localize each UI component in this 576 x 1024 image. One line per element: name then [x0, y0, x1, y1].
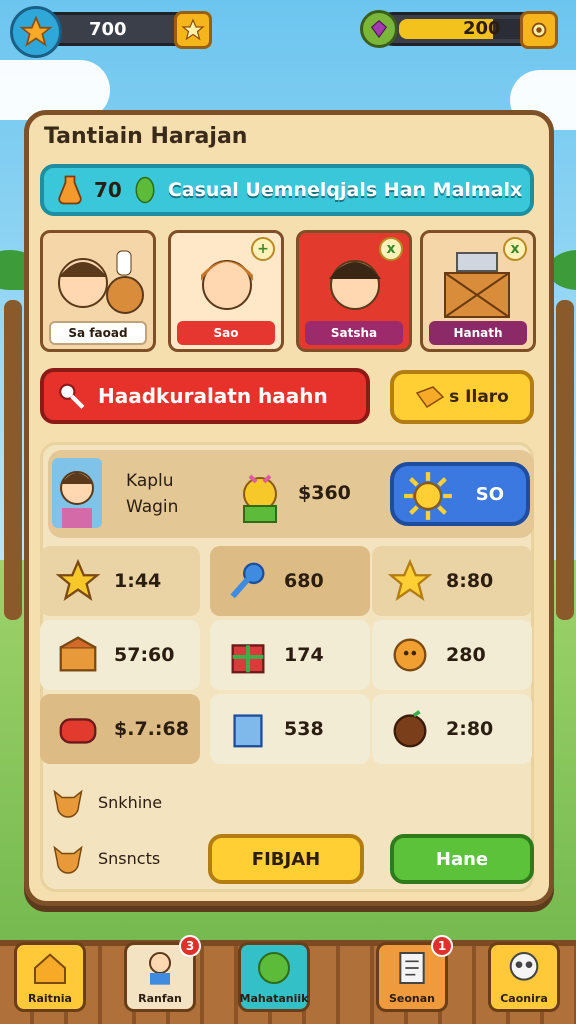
shop-item-price: 174 — [284, 644, 324, 666]
shop-item-price: 57:60 — [114, 644, 175, 666]
shop-item-tile[interactable]: 1:44 — [40, 546, 200, 616]
pet-row[interactable]: Snsncts — [48, 840, 160, 876]
shop-item-tile[interactable]: 2:80 — [372, 694, 532, 764]
pet-row[interactable]: Snkhine — [48, 784, 162, 820]
potion-icon — [58, 175, 82, 205]
character-card[interactable]: + Sao — [168, 230, 284, 352]
shop-item-tile[interactable]: 538 — [210, 694, 370, 764]
add-character-icon[interactable]: + — [251, 237, 275, 261]
remove-character-icon[interactable]: x — [503, 237, 527, 261]
character-name: Satsha — [305, 321, 403, 345]
featured-price: $360 — [298, 482, 351, 504]
blue-crate-icon — [220, 701, 276, 757]
stars-value: 700 — [89, 18, 127, 40]
buy-featured-button[interactable]: SO — [390, 462, 530, 526]
character-name: Hanath — [429, 321, 527, 345]
treasure-chest-icon — [50, 627, 106, 683]
settings-button[interactable] — [520, 11, 558, 49]
palm-tree-trunk — [4, 300, 22, 620]
gem-icon — [360, 10, 398, 48]
banner-count: 70 — [94, 178, 122, 202]
fox-icon — [53, 845, 83, 874]
shop-item-tile[interactable]: 280 — [372, 620, 532, 690]
gems-value: 200 — [463, 18, 501, 39]
house-icon — [30, 948, 70, 992]
character-card[interactable]: Sa faoad — [40, 230, 156, 352]
nav-button[interactable]: Seonan 1 — [376, 935, 453, 1012]
offer-button-label: s Ilaro — [449, 387, 509, 407]
leaf-ball-icon — [254, 948, 294, 992]
hero-portrait — [52, 458, 102, 528]
palm-tree-trunk — [556, 300, 574, 620]
featured-name-line2: Wagin — [126, 497, 179, 517]
shop-item-price: $.7.:68 — [114, 718, 189, 740]
settings-icon — [531, 22, 547, 38]
character-card[interactable]: x Satsha — [296, 230, 412, 352]
search-bar-label: Haadkuralatn haahn — [98, 384, 328, 408]
chick-icon — [243, 474, 277, 523]
character-card[interactable]: x Hanath — [420, 230, 536, 352]
star-fruit-icon — [50, 553, 106, 609]
shop-item-tile[interactable]: 174 — [210, 620, 370, 690]
event-banner[interactable]: 70 Casual Uemnelqjals Han Malmalx — [40, 164, 534, 216]
leaf-icon — [135, 176, 155, 204]
banner-text: Casual Uemnelqjals Han Malmalx — [167, 179, 523, 201]
sun-cookie-icon — [382, 627, 438, 683]
sun-icon — [404, 472, 452, 520]
search-bar[interactable]: Haadkuralatn haahn — [40, 368, 370, 424]
nav-label: Raitnia — [28, 992, 72, 1005]
shop-item-price: 680 — [284, 570, 324, 592]
gold-star-icon — [382, 553, 438, 609]
featured-name-line1: Kaplu — [126, 471, 174, 491]
skull-icon — [504, 948, 544, 992]
shop-item-tile[interactable]: 57:60 — [40, 620, 200, 690]
notification-badge: 3 — [179, 935, 201, 957]
remove-character-icon[interactable]: x — [379, 237, 403, 261]
character-name: Sa faoad — [49, 321, 147, 345]
add-stars-button[interactable] — [174, 11, 212, 49]
offer-button[interactable]: s Ilaro — [390, 370, 534, 424]
ticket-icon — [415, 386, 445, 409]
shop-item-tile[interactable]: $.7.:68 — [40, 694, 200, 764]
pet-row-label: Snsncts — [98, 848, 161, 868]
boy-and-pet-portrait — [58, 250, 144, 314]
blue-key-icon — [220, 553, 276, 609]
red-barrel-icon — [50, 701, 106, 757]
nav-label: Mahataniik — [239, 992, 309, 1005]
secondary-action-button[interactable]: Hane — [390, 834, 534, 884]
shop-item-price: 538 — [284, 718, 324, 740]
avatar-icon — [140, 948, 180, 992]
shop-item-price: 280 — [446, 644, 486, 666]
gift-box-icon — [220, 627, 276, 683]
shop-item-price: 1:44 — [114, 570, 162, 592]
key-icon — [59, 383, 85, 409]
shop-item-tile[interactable]: 8:80 — [372, 546, 532, 616]
pet-row-label: Snkhine — [98, 792, 163, 812]
nav-button[interactable]: Raitnia — [14, 942, 86, 1012]
fox-icon — [53, 789, 83, 818]
nav-button[interactable]: Mahataniik — [238, 942, 310, 1012]
panel-title: Tantiain Harajan — [44, 124, 248, 149]
shop-item-price: 8:80 — [446, 570, 494, 592]
nav-label: Seonan — [388, 992, 436, 1005]
coconut-icon — [382, 701, 438, 757]
shop-item-price: 2:80 — [446, 718, 494, 740]
star-icon — [10, 6, 62, 58]
nav-button[interactable]: Caonira — [488, 942, 560, 1012]
nav-label: Ranfan — [138, 992, 182, 1005]
featured-name: Kaplu Wagin — [126, 468, 178, 520]
buy-featured-label: SO — [475, 483, 504, 505]
nav-button[interactable]: Ranfan 3 — [124, 935, 201, 1012]
character-name: Sao — [177, 321, 275, 345]
nav-label: Caonira — [500, 992, 548, 1005]
primary-action-button[interactable]: FIBJAH — [208, 834, 364, 884]
notebook-icon — [392, 948, 432, 992]
shop-item-tile[interactable]: 680 — [210, 546, 370, 616]
notification-badge: 1 — [431, 935, 453, 957]
